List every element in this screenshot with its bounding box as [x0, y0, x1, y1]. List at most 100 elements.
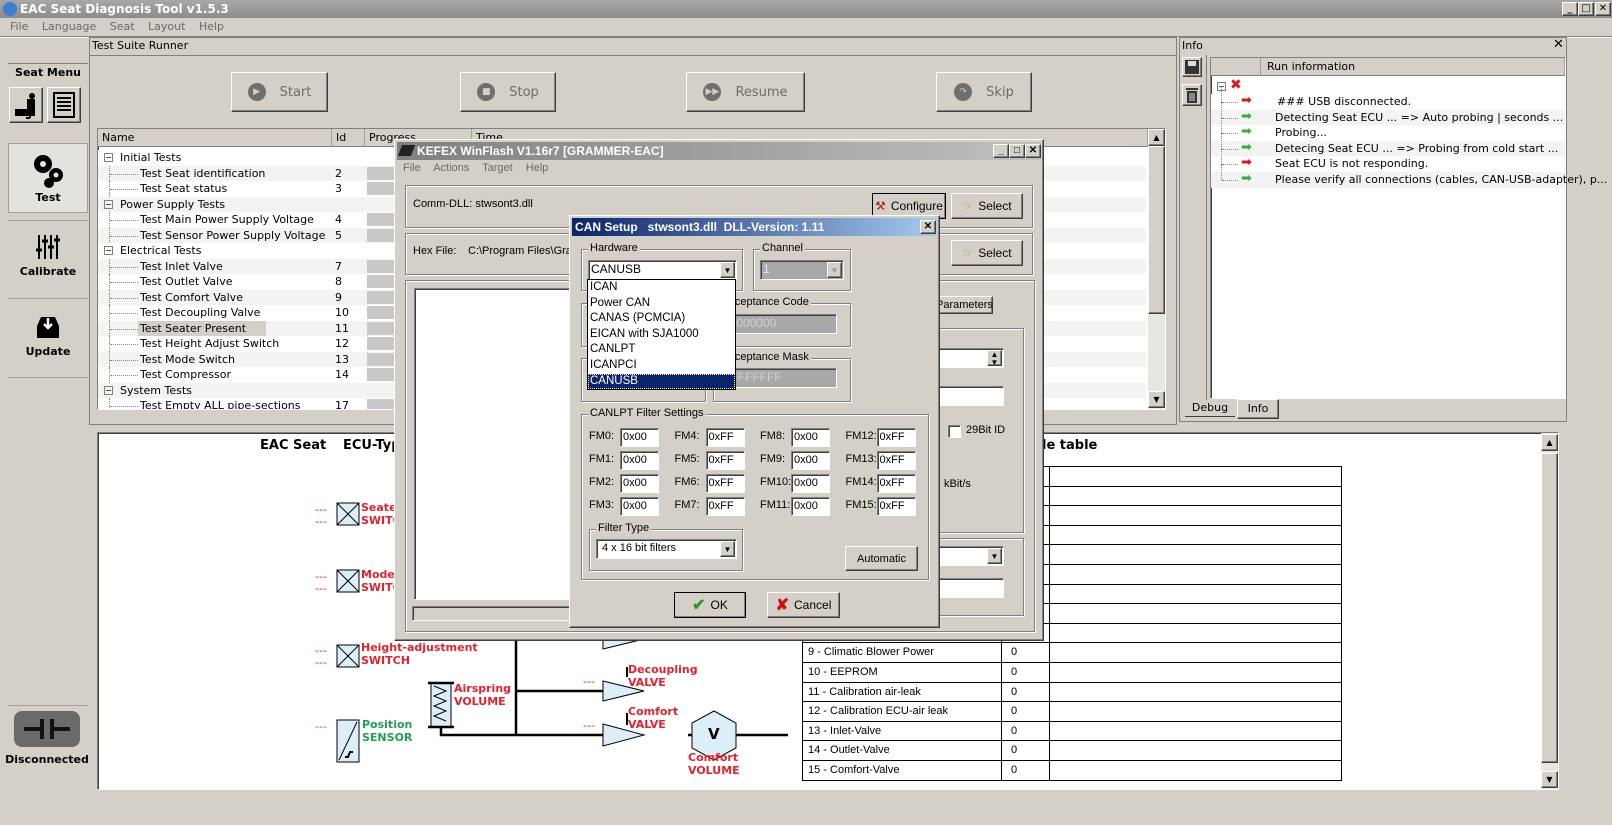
info-close-icon[interactable]: ✕	[1553, 37, 1564, 52]
ok-label: OK	[710, 598, 728, 612]
app-logo-icon	[3, 2, 17, 16]
tab-info[interactable]: Info	[1237, 399, 1279, 419]
column-name[interactable]: Name	[98, 129, 332, 147]
filter-input[interactable]: 0x00	[620, 428, 659, 447]
filter-input[interactable]: 0xFF	[876, 474, 916, 493]
parameter-spin-input[interactable]: ▲ ▼	[930, 348, 1004, 368]
menu-language[interactable]: Language	[42, 20, 96, 33]
column-id[interactable]: Id	[332, 129, 365, 147]
scroll-down-icon[interactable]: ▼	[1148, 391, 1165, 408]
hardware-option[interactable]: ICAN	[588, 280, 735, 296]
winflash-close-button[interactable]: ✕	[1025, 144, 1041, 158]
automatic-button[interactable]: Automatic	[845, 546, 918, 571]
can-setup-close-button[interactable]: ✕	[920, 220, 936, 234]
filter-input[interactable]: 0x00	[791, 497, 830, 516]
sidebar-item-test[interactable]: Test	[8, 143, 88, 213]
scroll-up-icon[interactable]: ▲	[1148, 129, 1165, 146]
start-button[interactable]: ▶ Start	[231, 72, 328, 112]
minimize-button[interactable]: _	[1562, 2, 1578, 16]
ok-button[interactable]: ✔ OK	[674, 592, 746, 618]
start-label: Start	[279, 84, 312, 100]
chevron-down-icon[interactable]: ▼	[720, 541, 735, 557]
hardware-option[interactable]: CANAS (PCMCIA)	[588, 311, 735, 327]
scroll-thumb[interactable]	[1541, 453, 1558, 763]
tree-collapse-icon[interactable]: −	[104, 199, 113, 209]
tree-line	[110, 328, 138, 330]
seater-dash-2: ---	[315, 515, 327, 528]
resume-button[interactable]: ▶▶ Resume	[686, 72, 805, 112]
save-button[interactable]	[1182, 57, 1202, 77]
filter-input[interactable]: 0x00	[791, 474, 830, 493]
parameter-combo[interactable]: ▼	[930, 546, 1004, 566]
hardware-select[interactable]: CANUSB ▼	[588, 260, 737, 280]
filter-input[interactable]: 0x00	[791, 428, 830, 447]
winflash-menu-file[interactable]: File	[403, 162, 421, 174]
filter-input[interactable]: 0xFF	[705, 474, 745, 493]
parameter-input[interactable]	[930, 386, 1004, 406]
winflash-menu-target[interactable]: Target	[482, 162, 513, 174]
sidebar-item-calibrate[interactable]: Calibrate	[8, 232, 88, 292]
filter-input[interactable]: 0x00	[791, 451, 830, 470]
chevron-down-icon[interactable]: ▼	[720, 262, 735, 278]
winflash-minimize-button[interactable]: _	[993, 144, 1009, 158]
position-dash: ---	[315, 720, 327, 733]
tree-collapse-icon[interactable]: −	[104, 385, 113, 395]
tree-scrollbar[interactable]: ▲ ▼	[1148, 129, 1165, 409]
filter-label: FM9:	[760, 453, 786, 465]
filter-input[interactable]: 0xFF	[876, 497, 916, 516]
hardware-option[interactable]: ICANPCI	[588, 358, 735, 374]
filter-input[interactable]: 0xFF	[705, 428, 745, 447]
sidebar-item-update[interactable]: Update	[8, 312, 88, 372]
tab-debug[interactable]: Debug	[1185, 401, 1235, 417]
tree-collapse-icon[interactable]: −	[104, 153, 113, 162]
hardware-option[interactable]: CANUSB	[588, 373, 735, 390]
hardware-option[interactable]: Power CAN	[588, 296, 735, 312]
hex-select-button[interactable]: ☞ Select	[951, 240, 1023, 266]
diagram-scrollbar[interactable]: ▲ ▼	[1541, 433, 1558, 789]
seat-menu-label: Seat Menu	[15, 66, 81, 79]
scroll-down-icon[interactable]: ▼	[1541, 771, 1558, 788]
filter-input[interactable]: 0xFF	[876, 428, 916, 447]
menu-layout[interactable]: Layout	[148, 20, 185, 33]
tree-collapse-icon[interactable]: −	[104, 246, 113, 255]
hardware-option[interactable]: CANLPT	[588, 342, 735, 358]
filter-input[interactable]: 0x00	[620, 451, 659, 470]
hardware-option[interactable]: EICAN with SJA1000	[588, 327, 735, 343]
winflash-menu-help[interactable]: Help	[526, 162, 549, 174]
tab-parameters[interactable]: Parameters	[935, 296, 993, 314]
menu-file[interactable]: File	[10, 20, 28, 33]
skip-button[interactable]: ↷ Skip	[936, 72, 1032, 112]
29bit-id-checkbox[interactable]	[948, 425, 961, 438]
chevron-down-icon[interactable]: ▼	[987, 548, 1002, 564]
tree-line	[110, 173, 138, 175]
x-icon: ✘	[775, 597, 790, 614]
filter-input[interactable]: 0x00	[620, 474, 659, 493]
filter-input[interactable]: 0xFF	[705, 497, 745, 516]
scroll-up-icon[interactable]: ▲	[1541, 434, 1558, 451]
comm-select-button[interactable]: ☞ Select	[951, 193, 1023, 219]
menu-seat[interactable]: Seat	[110, 20, 135, 33]
spin-arrows-icon[interactable]: ▲ ▼	[987, 350, 1002, 367]
clear-log-button[interactable]	[1182, 84, 1202, 106]
column-run-information[interactable]: Run information	[1261, 58, 1565, 76]
list-icon-button[interactable]	[47, 87, 81, 123]
filter-input[interactable]: 0xFF	[876, 451, 916, 470]
maximize-button[interactable]: □	[1578, 2, 1594, 16]
tree-line	[1222, 180, 1238, 181]
scroll-thumb[interactable]	[1148, 146, 1165, 314]
filter-input[interactable]: 0x00	[620, 497, 659, 516]
close-button[interactable]: ✕	[1595, 2, 1611, 16]
stop-button[interactable]: ■ Stop	[460, 72, 556, 112]
menu-help[interactable]: Help	[199, 20, 224, 33]
cancel-button[interactable]: ✘ Cancel	[767, 592, 840, 618]
winflash-maximize-button[interactable]: □	[1009, 144, 1025, 158]
filter-input[interactable]: 0xFF	[705, 451, 745, 470]
winflash-menu-actions[interactable]: Actions	[433, 162, 469, 174]
filter-type-select[interactable]: 4 x 16 bit filters ▼	[596, 539, 737, 559]
app-title-bar: EAC Seat Diagnosis Tool v1.5.3 _ □ ✕	[0, 0, 1612, 18]
select-label: Select	[978, 246, 1012, 260]
parameter-input-2[interactable]	[930, 578, 1004, 598]
connection-status-button[interactable]	[14, 711, 80, 747]
seat-icon-button[interactable]	[9, 87, 43, 123]
winflash-title-bar: KEFEX WinFlash V1.16r7 [GRAMMER-EAC] _ □…	[397, 142, 1041, 160]
